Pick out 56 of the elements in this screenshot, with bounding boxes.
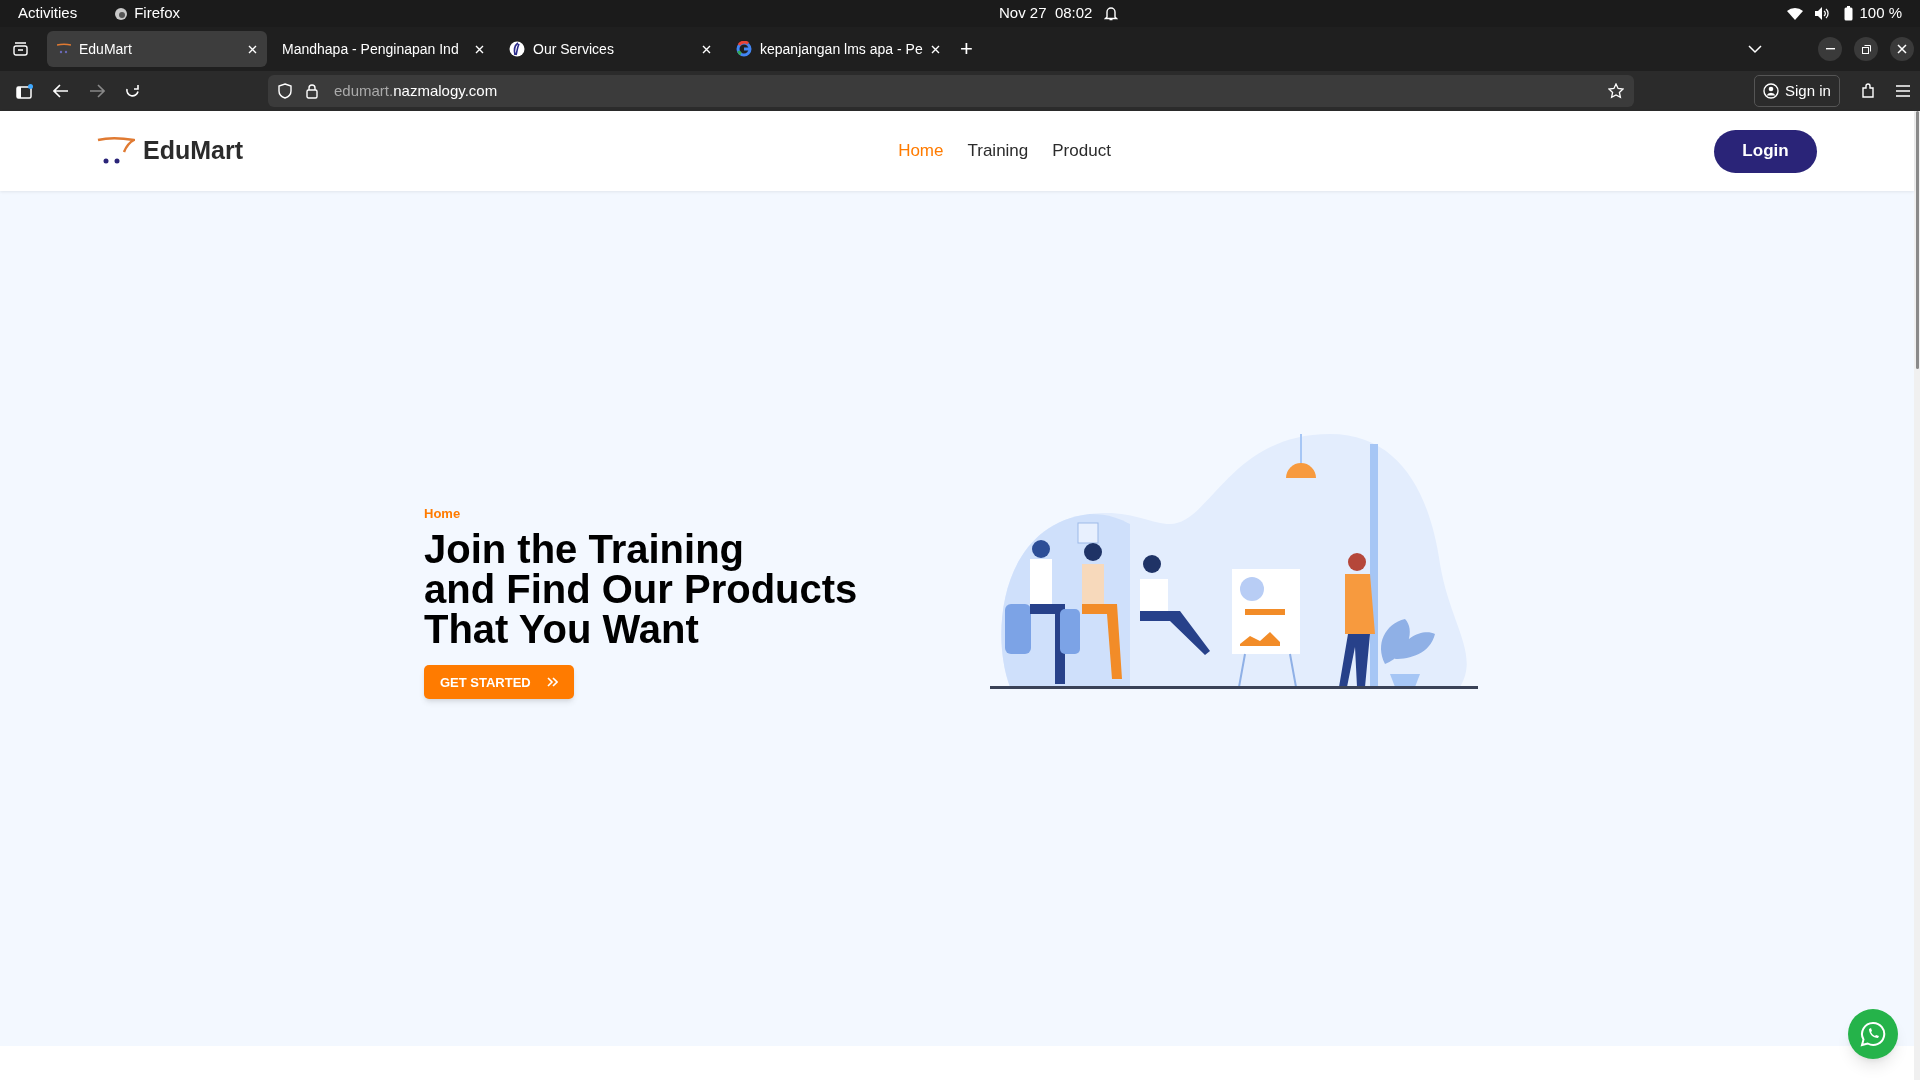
close-tab-icon[interactable] <box>475 44 484 54</box>
sidebar-icon[interactable] <box>16 83 33 99</box>
browser-tab[interactable]: Our Services <box>499 31 721 67</box>
close-tab-icon[interactable] <box>930 44 940 54</box>
tab-title: Our Services <box>533 39 615 59</box>
shield-icon <box>278 83 292 99</box>
lock-icon <box>306 83 318 99</box>
extensions-icon[interactable] <box>1859 83 1876 99</box>
sign-in-button[interactable]: Sign in <box>1754 75 1840 107</box>
login-button[interactable]: Login <box>1714 129 1817 173</box>
scrollbar-thumb[interactable] <box>1916 111 1919 369</box>
wifi-icon[interactable] <box>1787 7 1804 20</box>
whatsapp-button[interactable] <box>1848 1009 1898 1059</box>
tab-title: Mandhapa - Penginapan Ind <box>282 39 460 59</box>
tab-title: EduMart <box>79 39 133 59</box>
back-icon[interactable] <box>53 84 69 98</box>
reload-icon[interactable] <box>125 83 140 99</box>
bookmark-star-icon[interactable] <box>1608 83 1624 99</box>
double-chevron-icon <box>546 677 558 688</box>
address-bar[interactable]: edumart.nazmalogy.com <box>268 75 1634 107</box>
restore-button[interactable] <box>1854 37 1878 61</box>
google-icon <box>736 41 752 57</box>
app-name: Firefox <box>134 3 181 24</box>
close-tab-icon[interactable] <box>248 44 257 54</box>
cart-logo-icon <box>97 136 135 166</box>
site-logo[interactable]: EduMart <box>143 132 243 170</box>
browser-tab[interactable]: EduMart <box>47 31 267 67</box>
browser-tab[interactable]: Mandhapa - Penginapan Ind <box>272 31 494 67</box>
clock[interactable]: Nov 27 08:02 <box>999 2 1093 25</box>
bell-icon[interactable] <box>1104 6 1119 21</box>
chevron-down-icon[interactable] <box>1748 44 1762 54</box>
close-icon <box>1897 44 1907 54</box>
nav-link[interactable]: Training <box>967 138 1029 164</box>
leaf-logo-icon <box>509 41 525 57</box>
activities-button[interactable]: Activities <box>18 2 78 25</box>
whatsapp-icon <box>1860 1021 1886 1047</box>
nav-link[interactable]: Product <box>1052 138 1111 164</box>
close-tab-icon[interactable] <box>702 44 711 54</box>
forward-icon[interactable] <box>89 84 105 98</box>
new-tab-button[interactable]: + <box>960 38 973 60</box>
hero-heading: Join the Training and Find Our Products That You Want <box>424 529 859 650</box>
close-button[interactable] <box>1890 37 1914 61</box>
tab-title: kepanjangan lms apa - Pe <box>760 39 923 59</box>
volume-icon[interactable] <box>1815 7 1831 20</box>
restore-icon <box>1861 44 1871 54</box>
firefox-icon <box>114 6 129 21</box>
tab-overview-icon[interactable] <box>13 42 28 56</box>
minimize-button[interactable] <box>1818 37 1842 61</box>
battery-icon[interactable] <box>1844 6 1854 21</box>
browser-tab[interactable]: kepanjangan lms apa - Pe <box>726 31 948 67</box>
url-text: edumart.nazmalogy.com <box>334 80 498 101</box>
menu-icon[interactable] <box>1895 85 1910 97</box>
minimize-icon <box>1825 48 1835 50</box>
cart-icon <box>57 43 71 55</box>
account-icon <box>1763 83 1779 99</box>
battery-percent: 100 % <box>1859 3 1902 24</box>
